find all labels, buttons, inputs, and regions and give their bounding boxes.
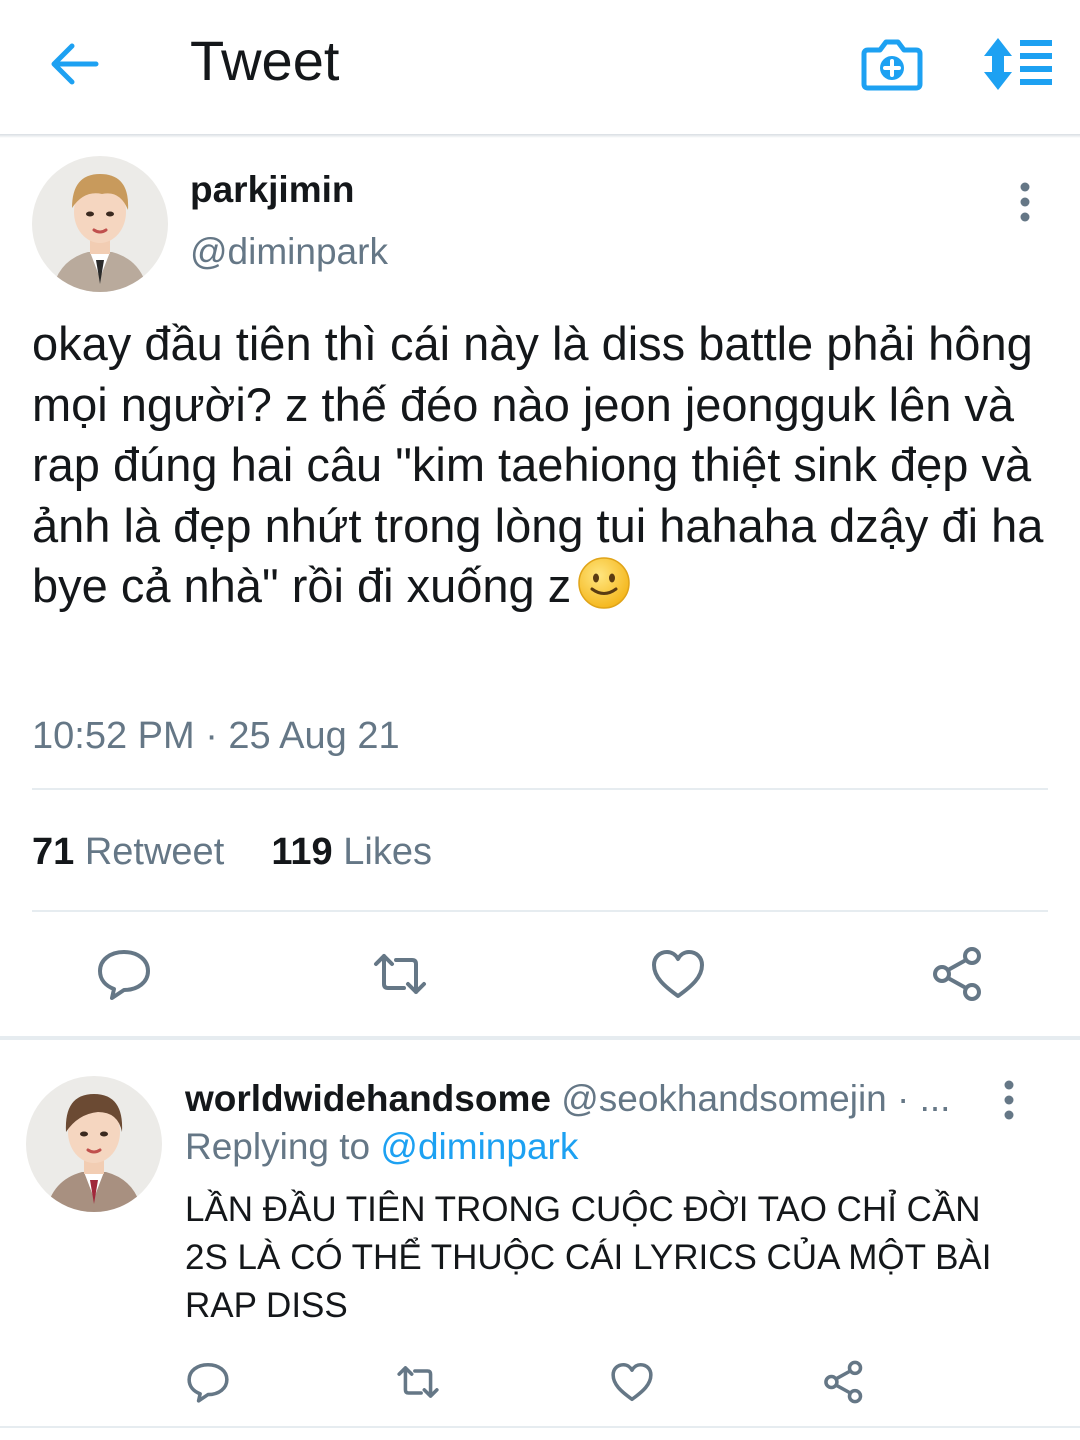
- likes-count[interactable]: 119: [271, 831, 332, 873]
- bottom-divider: [0, 1426, 1080, 1428]
- share-icon[interactable]: [930, 946, 986, 1002]
- replying-to-line: Replying to @diminpark: [185, 1124, 578, 1170]
- smiling-face-emoji-icon: [578, 557, 630, 609]
- tweet-timestamp[interactable]: 10:52 PM · 25 Aug 21: [32, 712, 400, 760]
- author-name[interactable]: parkjimin: [190, 168, 355, 212]
- reply-reply-icon[interactable]: [186, 1360, 230, 1404]
- replying-to-label: Replying to: [185, 1126, 371, 1167]
- retweet-icon[interactable]: [372, 946, 428, 1002]
- tweet-text: okay đầu tiên thì cái này là diss battle…: [32, 314, 1062, 617]
- reply-share-icon[interactable]: [822, 1360, 866, 1404]
- top-bar-shadow: [0, 134, 1080, 138]
- reply-retweet-icon[interactable]: [396, 1360, 440, 1404]
- tweet-body: okay đầu tiên thì cái này là diss battle…: [32, 317, 1044, 612]
- replying-to-link[interactable]: @diminpark: [380, 1126, 578, 1167]
- divider: [32, 910, 1048, 912]
- author-avatar[interactable]: [32, 156, 168, 292]
- more-options-icon[interactable]: [1018, 182, 1032, 222]
- reply-like-icon[interactable]: [610, 1360, 654, 1404]
- section-divider: [0, 1036, 1080, 1040]
- author-handle[interactable]: @diminpark: [190, 230, 388, 274]
- retweet-label[interactable]: Retweet: [85, 831, 224, 873]
- reply-author-avatar[interactable]: [26, 1076, 162, 1212]
- reply-author-name[interactable]: worldwidehandsome: [185, 1078, 551, 1119]
- likes-label[interactable]: Likes: [343, 831, 432, 873]
- reply-icon[interactable]: [96, 946, 152, 1002]
- like-icon[interactable]: [650, 946, 706, 1002]
- divider: [32, 788, 1048, 790]
- back-arrow-icon[interactable]: [46, 36, 102, 92]
- retweet-count[interactable]: 71: [32, 831, 74, 873]
- reply-author-line: worldwidehandsome @seokhandsomejin · ...: [185, 1076, 985, 1122]
- reply-author-handle[interactable]: @seokhandsomejin · ...: [561, 1078, 950, 1119]
- sort-icon[interactable]: [982, 36, 1054, 92]
- page-title: Tweet: [190, 29, 340, 92]
- camera-add-icon[interactable]: [860, 34, 924, 94]
- reply-text: LẦN ĐẦU TIÊN TRONG CUỘC ĐỜI TAO CHỈ CẦN …: [185, 1190, 992, 1325]
- tweet-stats: 71 Retweet 119 Likes: [32, 828, 432, 876]
- reply-more-options-icon[interactable]: [1002, 1080, 1016, 1120]
